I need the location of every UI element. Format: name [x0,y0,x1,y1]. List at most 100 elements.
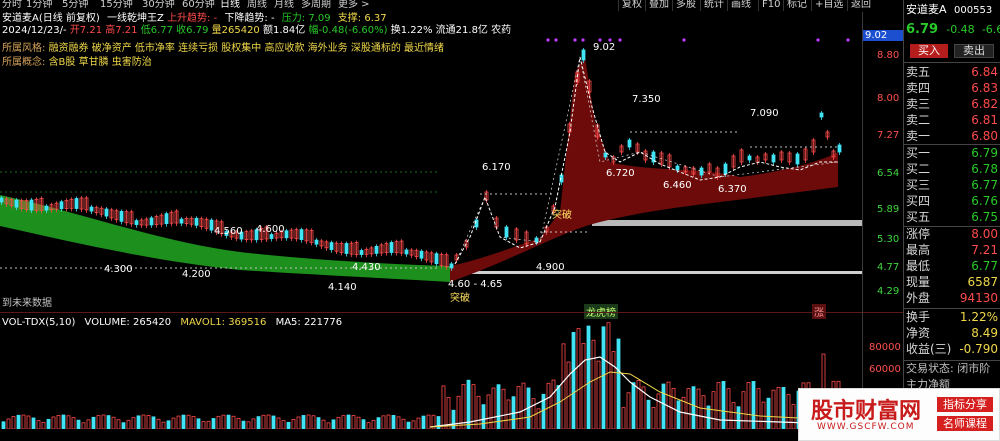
annotation-high: 9.02 [593,42,616,53]
volume-bar [741,391,746,430]
volume-bar [266,414,271,430]
tf-weekly[interactable]: 周线 [247,0,267,11]
volume-bar [686,388,691,430]
stock-name: 安道麦A [906,3,947,16]
back-button[interactable]: 返回 [847,0,874,11]
volume-bar [316,417,321,430]
volume-bar [191,416,196,430]
volume-bar [531,398,536,430]
volume-bar [331,419,336,430]
open-value: 开7.21 [69,25,103,36]
ad-tag-courses[interactable]: 名师课程 [937,416,993,431]
multi-stock-button[interactable]: 多股 [672,0,699,11]
volume-bar [396,416,401,430]
volume-bar [761,401,766,430]
volume-bar [46,418,51,430]
support-value: 6.37 [364,13,387,24]
future-data-label[interactable]: 到未来数据 [2,294,52,309]
style-value: 融资融券 破净资产 低市净率 连续亏损 股权集中 高应收款 海外业务 深股通标的… [48,43,444,54]
stock-header: 安道麦A 000553 [906,2,1000,18]
style-tags: 所属风格: 融资融券 破净资产 低市净率 连续亏损 股权集中 高应收款 海外业务… [2,43,444,55]
restore-rights-button[interactable]: 复权 [618,0,645,11]
close-value: 收6.79 [176,25,209,36]
tf-daily[interactable]: 日线 [220,0,240,11]
tf-monthly[interactable]: 月线 [274,0,294,11]
volume-bar [341,415,346,430]
y-label-5: 5.30 [877,234,900,245]
volume-bar [766,397,771,430]
annotation-4430: 4.430 [352,262,381,273]
volume-bar [96,415,101,430]
stats-button[interactable]: 统计 [700,0,727,11]
tf-5min[interactable]: 5分钟 [62,0,88,11]
ask-row-4: 卖四 6.83 [906,81,998,95]
ad-tag-indicators[interactable]: 指标分享 [937,397,993,412]
volume-bar [146,414,151,430]
trend-up-value: - [213,13,218,24]
volume-bar [271,415,276,430]
volume-bar [661,383,666,430]
f10-button[interactable]: F10 [758,0,783,11]
volume-bar [426,414,431,430]
draw-line-button[interactable]: 画线 [727,0,754,11]
price-chart[interactable]: 安道麦A(日线 前复权) 一线乾坤王Z 上升趋势: - 下降趋势: - 压力: … [0,12,862,319]
volume-bar [736,406,741,430]
volume-bar [36,420,41,430]
candle [299,229,304,241]
ad-banner[interactable]: 股市财富网 WWW.GSCFW.COM 指标分享 名师课程 [798,388,1000,441]
candle [795,153,800,165]
volume-bar [151,416,156,430]
candle [581,49,586,61]
tf-30min[interactable]: 30分钟 [142,0,175,11]
tf-1min[interactable]: 1分钟 [26,0,52,11]
volume-bar [556,385,561,430]
sell-button[interactable]: 卖出 [954,44,994,58]
volume-bar [16,414,21,430]
high-value: 高7.21 [105,25,138,36]
stat-high: 最高 7.21 [906,243,998,257]
stat-net-asset: 净资 8.49 [906,326,998,340]
tf-15min[interactable]: 15分钟 [100,0,133,11]
volume-title: VOL-TDX(5,10) [2,317,76,328]
volume-bar [201,421,206,430]
style-label: 所属风格: [2,43,46,54]
candle [59,201,64,210]
tf-more[interactable]: 更多 > [338,0,370,11]
stat-limit-up: 涨停 8.00 [906,227,998,241]
volume-bar [626,392,631,430]
ask-row-5: 卖五 6.84 [906,65,998,79]
annotation-4600: 4.600 [256,224,285,235]
volume-bar [416,417,421,430]
volume-bar [441,385,446,430]
mark-button[interactable]: 标记 [783,0,810,11]
tf-multi[interactable]: 多周期 [301,0,331,11]
candle [819,112,824,118]
candle [699,167,704,176]
candle [627,139,632,148]
volume-bar [401,418,406,430]
tf-fenshi[interactable]: 分时 [2,0,22,11]
candle [119,210,124,222]
volume-chart[interactable]: VOL-TDX(5,10) VOLUME: 265420 MAVOL1: 369… [0,312,862,430]
volume-bar [216,415,221,430]
volume-bar [451,409,456,430]
support-band [455,271,862,274]
volume-bar [696,388,701,430]
y-label-3: 6.54 [877,168,900,179]
resistance-band [592,220,862,226]
overlay-button[interactable]: 叠加 [645,0,672,11]
candle [209,219,214,231]
volume-bar [131,417,136,430]
volume-bar [106,415,111,430]
volume-bar [606,322,611,430]
add-watchlist-button[interactable]: +自选 [811,0,846,11]
volume-bar [421,415,426,430]
candle [419,250,424,259]
buy-button[interactable]: 买入 [910,44,948,58]
annotation-6720: 6.720 [606,168,635,179]
stat-low: 最低 6.77 [906,259,998,273]
tf-60min[interactable]: 60分钟 [182,0,215,11]
volume-bar [306,414,311,430]
annotation-4560: 4.560 [214,226,243,237]
candle [74,198,79,209]
